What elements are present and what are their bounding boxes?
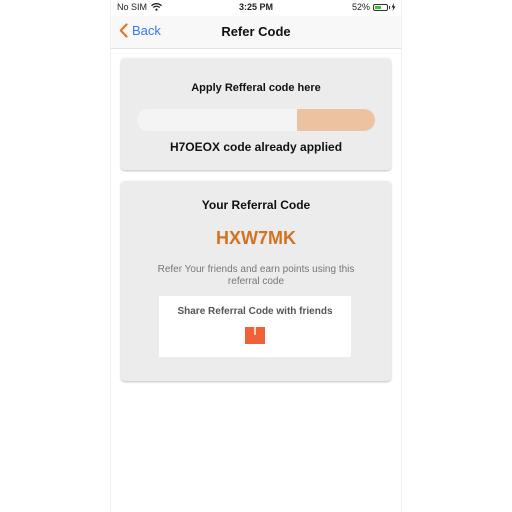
battery-level-fill [375,5,381,9]
referral-code-input-row [137,109,375,131]
apply-referral-title: Apply Refferal code here [191,82,321,94]
status-bar: No SIM 3:25 PM 52% [111,0,401,16]
referral-code-value: HXW7MK [216,228,296,248]
charging-icon [391,3,396,11]
applied-code-status: H7OEOX code already applied [169,140,343,154]
your-referral-title: Your Referral Code [201,198,311,212]
share-referral-label: Share Referral Code with friends [177,306,333,317]
referral-code-input[interactable] [137,109,297,131]
apply-button[interactable] [297,109,375,131]
share-referral-button[interactable]: Share Referral Code with friends [159,296,351,357]
phone-screen: No SIM 3:25 PM 52% Back Refer Code Apply… [110,0,402,512]
navigation-bar: Back Refer Code [111,16,401,49]
your-referral-card: Your Referral Code HXW7MK Refer Your fri… [121,181,391,381]
status-right: 52% [352,2,396,12]
battery-icon [373,3,390,11]
battery-percent: 52% [351,2,370,12]
page-title: Refer Code [221,24,291,39]
referral-description: Refer Your friends and earn points using… [157,264,355,287]
share-icon [245,322,265,344]
apply-referral-card: Apply Refferal code here H7OEOX code alr… [121,58,391,170]
